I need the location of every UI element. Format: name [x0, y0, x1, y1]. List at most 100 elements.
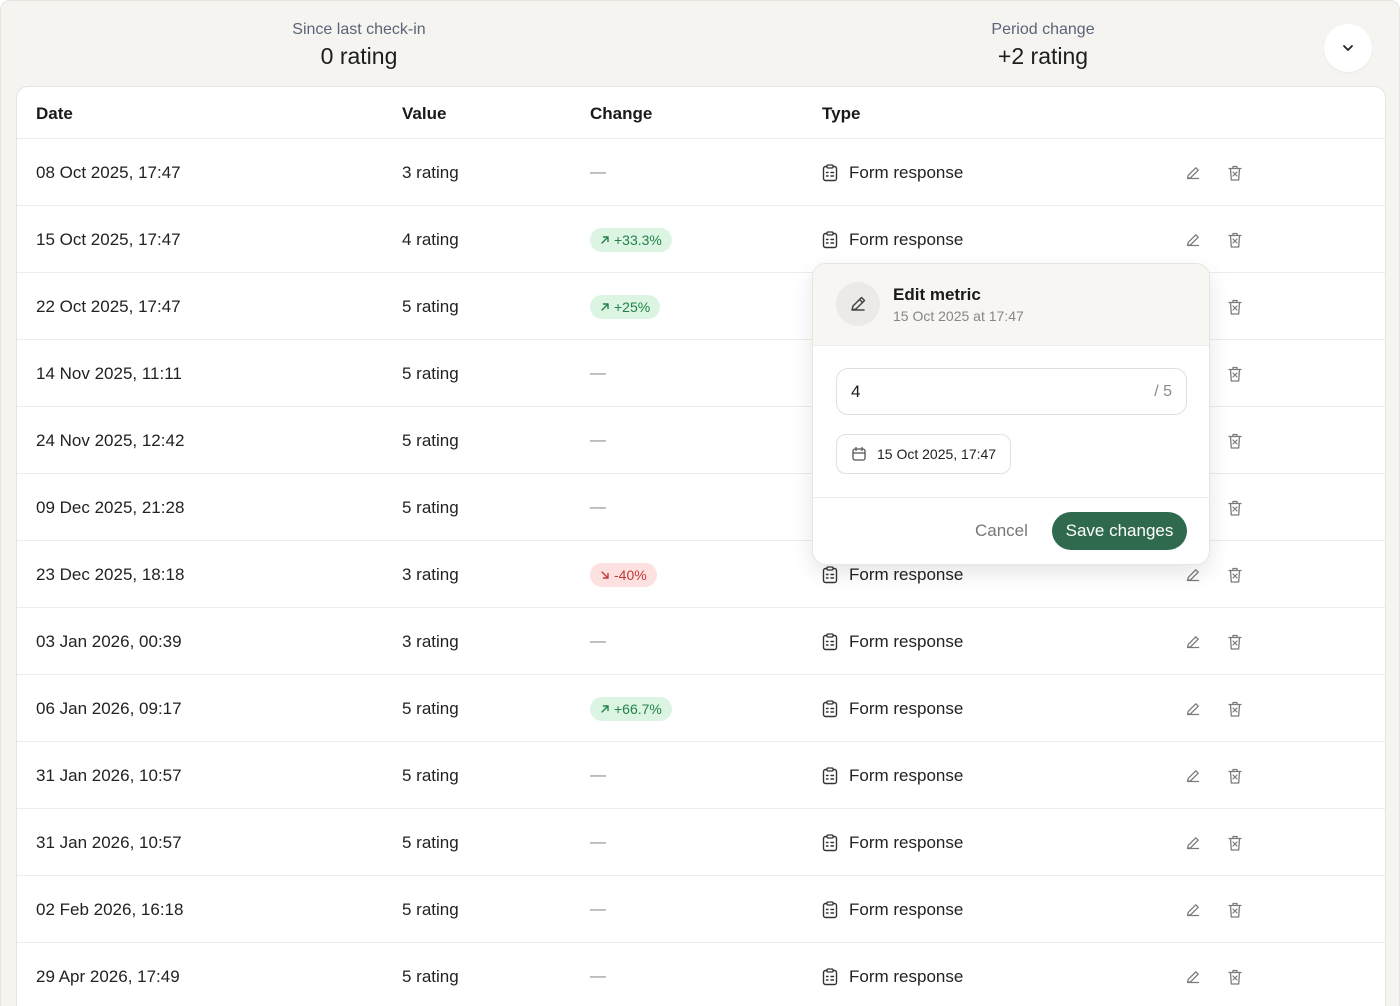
date-cell: 09 Dec 2025, 21:28	[36, 497, 185, 517]
trash-icon	[1227, 499, 1243, 517]
column-header-value: Value	[402, 104, 447, 123]
pencil-icon	[1185, 701, 1201, 717]
pencil-icon	[1185, 567, 1201, 583]
trash-icon	[1227, 432, 1243, 450]
delete-row-button[interactable]	[1224, 340, 1246, 407]
change-value: +66.7%	[614, 700, 662, 717]
pencil-icon	[1185, 232, 1201, 248]
edit-row-button[interactable]	[1182, 608, 1204, 675]
value-cell: 3 rating	[402, 631, 459, 651]
delete-row-button[interactable]	[1224, 742, 1246, 809]
change-value: +33.3%	[614, 231, 662, 248]
delete-row-button[interactable]	[1224, 943, 1246, 1006]
trash-icon	[1227, 834, 1243, 852]
value-cell: 5 rating	[402, 899, 459, 919]
date-cell: 22 Oct 2025, 17:47	[36, 296, 181, 316]
date-cell: 15 Oct 2025, 17:47	[36, 229, 181, 249]
since-last-checkin-label: Since last check-in	[292, 21, 426, 38]
arrow-up-right-icon	[600, 302, 610, 312]
value-cell: 5 rating	[402, 966, 459, 986]
rating-value-input[interactable]: 4 / 5	[836, 368, 1187, 415]
value-cell: 5 rating	[402, 698, 459, 718]
value-cell: 5 rating	[402, 765, 459, 785]
change-badge: +33.3%	[590, 227, 672, 252]
delete-row-button[interactable]	[1224, 876, 1246, 943]
delete-row-button[interactable]	[1224, 407, 1246, 474]
popover-title: Edit metric	[893, 285, 981, 304]
change-value: —	[590, 364, 606, 382]
date-cell: 08 Oct 2025, 17:47	[36, 162, 181, 182]
type-cell: Form response	[822, 742, 963, 809]
change-value: —	[590, 833, 606, 851]
column-header-date: Date	[36, 104, 73, 123]
save-changes-button[interactable]: Save changes	[1052, 512, 1187, 550]
change-value: —	[590, 900, 606, 918]
summary-bar: Since last check-in 0 rating Period chan…	[1, 1, 1400, 87]
clipboard-icon	[822, 967, 838, 986]
edit-row-button[interactable]	[1182, 742, 1204, 809]
table-row: 08 Oct 2025, 17:47 3 rating — Form response	[17, 139, 1385, 206]
clipboard-icon	[822, 900, 838, 919]
pencil-icon	[1185, 634, 1201, 650]
edit-row-button[interactable]	[1182, 943, 1204, 1006]
delete-row-button[interactable]	[1224, 608, 1246, 675]
edit-row-button[interactable]	[1182, 876, 1204, 943]
delete-row-button[interactable]	[1224, 474, 1246, 541]
type-label: Form response	[849, 229, 964, 249]
delete-row-button[interactable]	[1224, 273, 1246, 340]
table-header: Date Value Change Type	[17, 87, 1385, 139]
type-label: Form response	[849, 966, 964, 986]
delete-row-button[interactable]	[1224, 206, 1246, 273]
edit-row-button[interactable]	[1182, 675, 1204, 742]
change-cell: —	[590, 474, 606, 541]
clipboard-icon	[822, 632, 838, 651]
collapse-button[interactable]	[1324, 24, 1372, 72]
change-value: —	[590, 632, 606, 650]
pencil-icon	[1185, 902, 1201, 918]
table-row: 31 Jan 2026, 10:57 5 rating — Form response	[17, 809, 1385, 876]
pencil-icon	[1185, 768, 1201, 784]
value-cell: 3 rating	[402, 564, 459, 584]
trash-icon	[1227, 164, 1243, 182]
change-cell: +25%	[590, 273, 661, 340]
date-cell: 23 Dec 2025, 18:18	[36, 564, 185, 584]
pencil-icon	[1185, 969, 1201, 985]
delete-row-button[interactable]	[1224, 675, 1246, 742]
cancel-button[interactable]: Cancel	[975, 512, 1028, 550]
table-row: 31 Jan 2026, 10:57 5 rating — Form response	[17, 742, 1385, 809]
value-cell: 5 rating	[402, 430, 459, 450]
change-cell: —	[590, 608, 606, 675]
rating-value-text: 4	[851, 381, 861, 401]
trash-icon	[1227, 700, 1243, 718]
value-cell: 5 rating	[402, 497, 459, 517]
change-cell: +66.7%	[590, 675, 672, 742]
type-cell: Form response	[822, 809, 963, 876]
date-cell: 31 Jan 2026, 10:57	[36, 765, 182, 785]
popover-footer: Cancel Save changes	[813, 497, 1209, 564]
change-cell: —	[590, 876, 606, 943]
column-header-change: Change	[590, 104, 653, 123]
rating-max-suffix: / 5	[1154, 382, 1172, 400]
date-picker-value: 15 Oct 2025, 17:47	[877, 446, 997, 462]
arrow-up-right-icon	[600, 704, 610, 714]
popover-pencil-icon	[836, 282, 880, 326]
date-picker-button[interactable]: 15 Oct 2025, 17:47	[836, 434, 1012, 474]
pencil-icon	[1185, 165, 1201, 181]
change-cell: —	[590, 742, 606, 809]
delete-row-button[interactable]	[1224, 541, 1246, 608]
date-cell: 02 Feb 2026, 16:18	[36, 899, 184, 919]
clipboard-icon	[822, 766, 838, 785]
clipboard-icon	[822, 230, 838, 249]
edit-row-button[interactable]	[1182, 809, 1204, 876]
metric-history-panel: Since last check-in 0 rating Period chan…	[0, 0, 1400, 1006]
delete-row-button[interactable]	[1224, 139, 1246, 206]
type-label: Form response	[849, 765, 964, 785]
date-cell: 29 Apr 2026, 17:49	[36, 966, 180, 986]
table-row: 29 Apr 2026, 17:49 5 rating — Form response	[17, 943, 1385, 1006]
value-cell: 5 rating	[402, 363, 459, 383]
edit-row-button[interactable]	[1182, 139, 1204, 206]
date-cell: 03 Jan 2026, 00:39	[36, 631, 182, 651]
change-value: +25%	[614, 298, 651, 315]
delete-row-button[interactable]	[1224, 809, 1246, 876]
change-cell: +33.3%	[590, 206, 672, 273]
